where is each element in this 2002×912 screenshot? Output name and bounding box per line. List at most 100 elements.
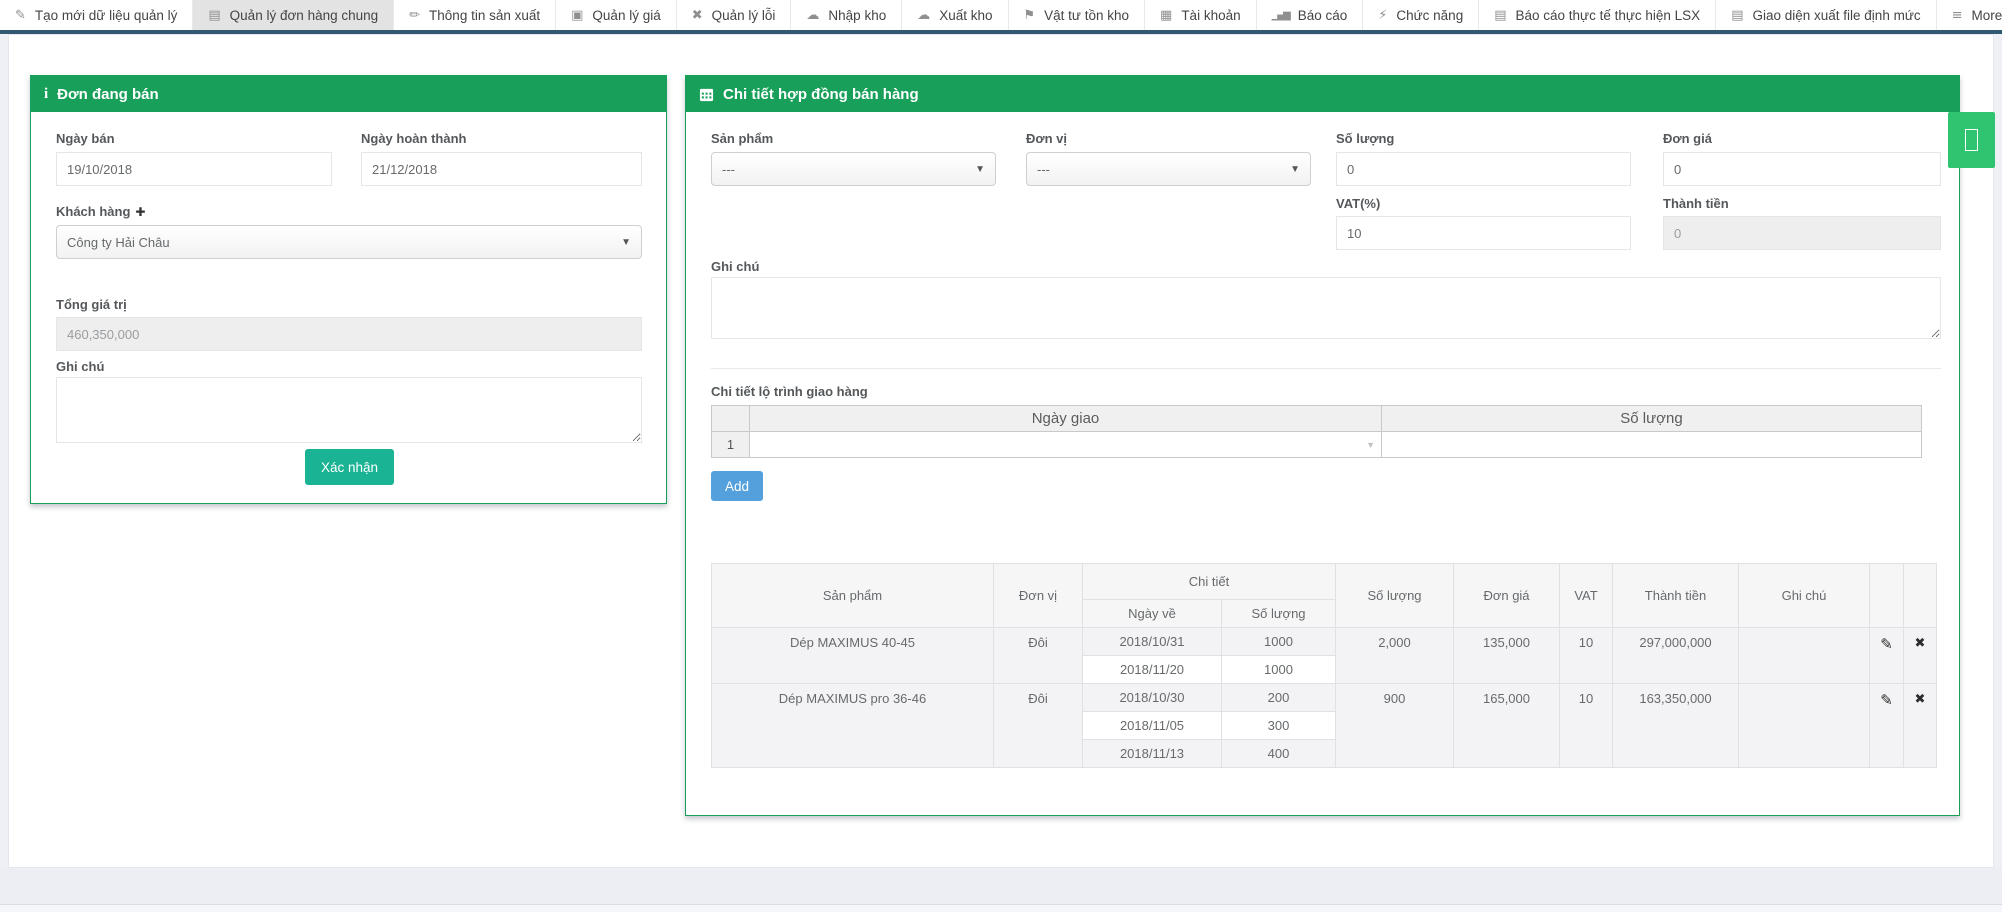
schedule-row-index: 1 [712,432,750,458]
unit-select[interactable]: --- ▼ [1026,152,1311,186]
book-icon: ▤ [208,8,220,23]
contract-items-table: Sản phẩm Đơn vị Chi tiết Số lượng Đơn gi… [711,563,1937,768]
tab-label: Vật tư tồn kho [1044,8,1129,23]
col-edit [1870,564,1904,628]
cell-vat: 10 [1560,628,1613,684]
cell-price: 135,000 [1454,628,1560,684]
calendar-icon [699,87,714,102]
tab-nhap-kho[interactable]: ☁Nhập kho [791,0,902,30]
cell-detail-date: 2018/10/31 [1083,628,1222,656]
cell-unit: Đôi [994,684,1083,768]
pencil-icon: ✎ [15,8,26,23]
schedule-date-cell[interactable]: ▼ [750,432,1382,458]
customer-label-text: Khách hàng [56,204,130,219]
unit-price-label: Đơn giá [1663,131,1712,146]
tab-tao-moi-du-lieu[interactable]: ✎Tạo mới dữ liệu quản lý [0,0,193,30]
delivery-schedule-table: Ngày giao Số lượng 1 ▼ [711,405,1922,458]
complete-date-input[interactable] [361,152,642,186]
amount-input [1663,216,1941,250]
col-detail-qty: Số lượng [1222,600,1336,628]
tab-label: Quản lý đơn hàng chung [230,8,378,23]
footer-lower-strip [0,905,2002,912]
order-note-label: Ghi chú [56,359,104,374]
chevron-down-icon: ▼ [621,237,631,248]
cell-qty: 900 [1336,684,1454,768]
card-icon: ▦ [1160,8,1172,23]
side-widget-button[interactable] [1948,112,1995,168]
order-panel-header: i Đơn đang bán [31,76,666,112]
contract-panel-header: Chi tiết hợp đồng bán hàng [686,76,1959,112]
add-button[interactable]: Add [711,471,763,501]
schedule-qty-cell[interactable] [1382,432,1922,458]
chevron-down-icon: ▼ [975,164,985,175]
tab-xuat-kho[interactable]: ☁ Xuất kho [902,0,1008,30]
cell-product: Dép MAXIMUS pro 36-46 [712,684,994,768]
tab-label: Tài khoản [1181,8,1240,23]
col-delete [1904,564,1937,628]
product-select-value: --- [722,162,735,177]
quantity-input[interactable] [1336,152,1631,186]
cell-detail-qty: 300 [1222,712,1336,740]
confirm-button[interactable]: Xác nhận [305,449,394,485]
table-row: Dép MAXIMUS pro 36-46 Đôi 2018/10/30 200… [712,684,1937,712]
cell-unit: Đôi [994,628,1083,684]
cell-product: Dép MAXIMUS 40-45 [712,628,994,684]
edit-icon[interactable]: ✎ [1880,691,1893,709]
schedule-date-header: Ngày giao [750,406,1382,432]
edit-icon[interactable]: ✎ [1880,635,1893,653]
tab-thong-tin-san-xuat[interactable]: ✏Thông tin sản xuất [394,0,556,30]
total-value-label: Tổng giá trị [56,297,127,312]
unit-price-input[interactable] [1663,152,1941,186]
cell-detail-date: 2018/11/13 [1083,740,1222,768]
cell-detail-qty: 400 [1222,740,1336,768]
col-total: Thành tiền [1613,564,1739,628]
unit-select-value: --- [1037,162,1050,177]
col-vat: VAT [1560,564,1613,628]
tab-bao-cao[interactable]: ▁▄▆Báo cáo [1257,0,1364,30]
col-product: Sản phẩm [712,564,994,628]
app-window: ✎Tạo mới dữ liệu quản lý ▤ Quản lý đơn hà… [0,0,2002,912]
tab-quan-ly-loi[interactable]: ✖Quản lý lỗi [677,0,792,30]
contract-panel-title: Chi tiết hợp đồng bán hàng [723,86,919,103]
contract-panel: Chi tiết hợp đồng bán hàng Sản phẩm --- … [685,75,1960,816]
delete-icon[interactable]: ✖ [1915,692,1926,707]
tab-label: Quản lý lỗi [712,8,776,23]
tab-tai-khoan[interactable]: ▦ Tài khoản [1145,0,1257,30]
book-icon: ▤ [1731,8,1743,23]
tab-label: Giao diện xuất file định mức [1752,8,1920,23]
sale-date-label: Ngày bán [56,131,115,146]
complete-date-label: Ngày hoàn thành [361,131,466,146]
customer-select[interactable]: Công ty Hải Châu ▼ [56,225,642,259]
tab-giao-dien-xuat-file[interactable]: ▤ Giao diện xuất file định mức [1716,0,1936,30]
cell-vat: 10 [1560,684,1613,768]
vat-input[interactable] [1336,216,1631,250]
schedule-index-header [712,406,750,432]
cloud-download-icon: ☁ [917,8,930,23]
tab-chuc-nang[interactable]: ⚡Chức năng [1363,0,1479,30]
col-qty: Số lượng [1336,564,1454,628]
tab-label: More [1972,8,2002,23]
cell-price: 165,000 [1454,684,1560,768]
product-select[interactable]: --- ▼ [711,152,996,186]
cell-detail-qty: 1000 [1222,628,1336,656]
add-customer-icon[interactable]: ✚ [135,205,145,219]
tab-label: Quản lý giá [592,8,660,23]
unit-label: Đơn vị [1026,131,1067,146]
delete-icon[interactable]: ✖ [1915,636,1926,651]
tab-quan-ly-gia[interactable]: ▣Quản lý giá [556,0,677,30]
delivery-schedule-label: Chi tiết lộ trình giao hàng [711,384,868,399]
sale-date-input[interactable] [56,152,332,186]
cell-total: 163,350,000 [1613,684,1739,768]
tab-more[interactable]: ≡More [1937,0,2002,30]
tab-bao-cao-thuc-te-lsx[interactable]: ▤Báo cáo thực tế thực hiện LSX [1479,0,1716,30]
order-note-textarea[interactable] [56,377,642,443]
footer-band [0,868,2002,912]
col-detail: Chi tiết [1083,564,1336,600]
cell-total: 297,000,000 [1613,628,1739,684]
tab-vat-tu-ton-kho[interactable]: ⚑Vật tư tồn kho [1009,0,1146,30]
cell-detail-date: 2018/11/05 [1083,712,1222,740]
contract-note-textarea[interactable] [711,277,1941,339]
tab-quan-ly-don-hang-chung[interactable]: ▤ Quản lý đơn hàng chung [193,0,394,30]
cell-detail-date: 2018/11/20 [1083,656,1222,684]
tab-label: Xuất kho [939,8,992,23]
